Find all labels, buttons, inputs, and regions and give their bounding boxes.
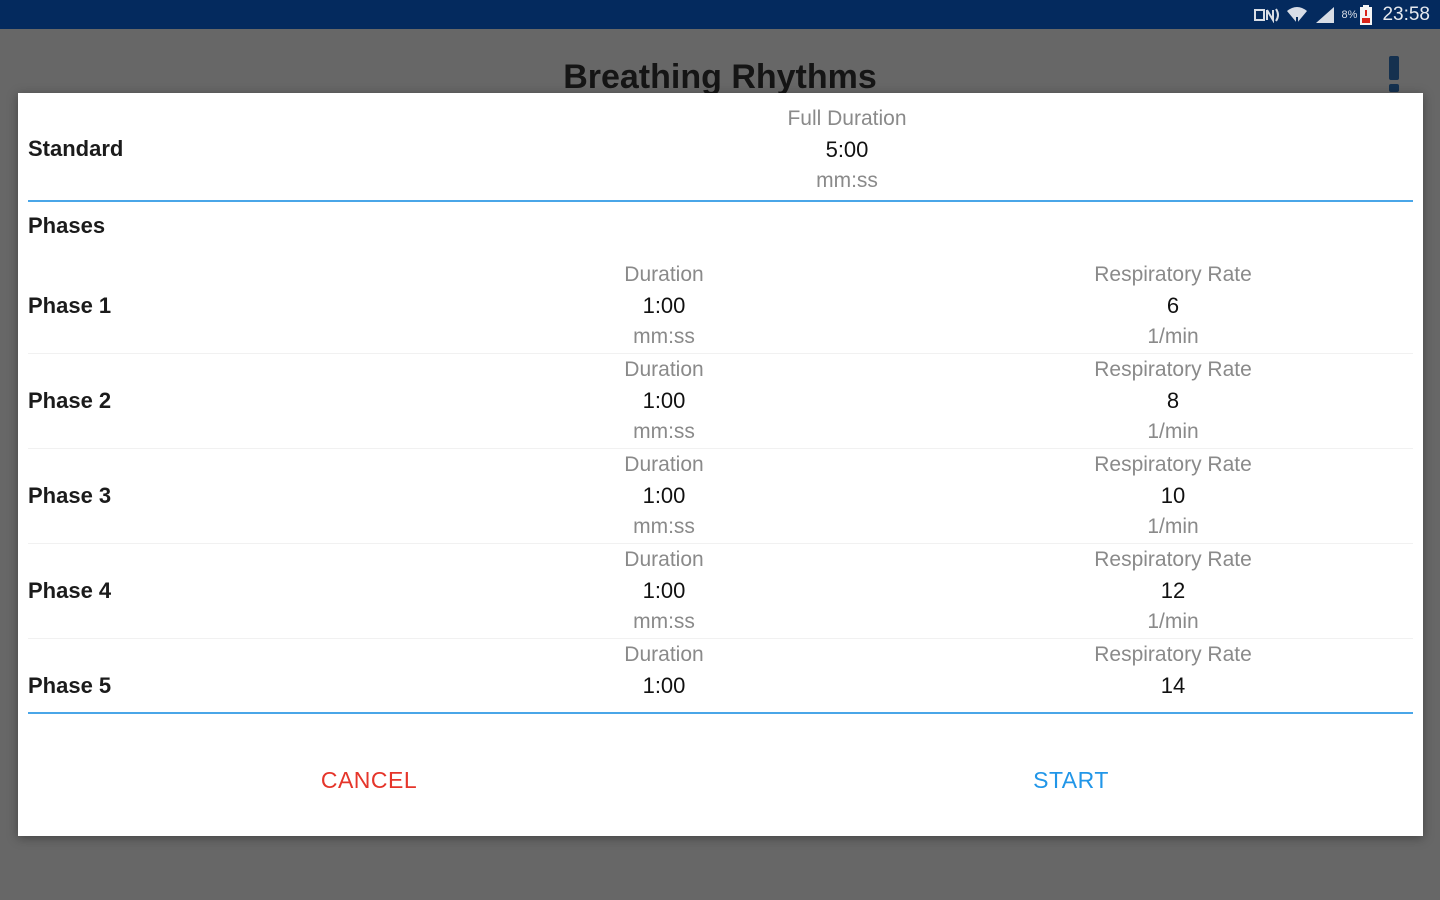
duration-unit: mm:ss [633,610,695,633]
respiratory-rate-field[interactable]: Respiratory Rate 10 1/min [1023,449,1323,542]
duration-value: 1:00 [642,578,686,603]
respiratory-rate-unit: 1/min [1147,610,1199,633]
respiratory-rate-value: 14 [1160,673,1186,698]
wifi-icon [1286,6,1308,24]
respiratory-rate-value: 12 [1160,578,1186,603]
battery-percent: 8% [1341,9,1358,21]
cancel-button[interactable]: CANCEL [259,760,479,800]
respiratory-rate-value: 10 [1160,483,1186,508]
full-duration-field[interactable]: Full Duration 5:00 mm:ss [697,103,997,196]
respiratory-rate-field[interactable]: Respiratory Rate 6 1/min [1023,259,1323,352]
phase-row[interactable]: Phase 5 Duration 1:00 Respiratory Rate 1… [28,639,1413,711]
divider [28,200,1413,202]
rhythm-dialog: Standard Full Duration 5:00 mm:ss Phases… [18,93,1423,836]
respiratory-rate-unit: 1/min [1147,325,1199,348]
phase-label: Phase 4 [28,578,112,603]
status-bar: 8% 23:58 [0,0,1440,29]
phase-row[interactable]: Phase 2 Duration 1:00 mm:ss Respiratory … [28,354,1413,449]
duration-value: 1:00 [642,673,686,698]
duration-caption: Duration [624,643,704,666]
respiratory-rate-value: 8 [1166,388,1180,413]
duration-field[interactable]: Duration 1:00 mm:ss [514,449,814,542]
start-button[interactable]: START [961,760,1181,800]
battery-low-icon: 8% [1342,5,1373,25]
duration-field[interactable]: Duration 1:00 [514,639,814,701]
duration-unit: mm:ss [633,420,695,443]
phase-label: Phase 1 [28,293,112,318]
full-duration-unit: mm:ss [816,169,878,192]
respiratory-rate-caption: Respiratory Rate [1094,453,1252,476]
duration-value: 1:00 [642,293,686,318]
respiratory-rate-field[interactable]: Respiratory Rate 12 1/min [1023,544,1323,637]
page-title: Breathing Rhythms [563,58,877,96]
phase-label: Phase 3 [28,483,112,508]
nfc-icon [1253,7,1280,23]
duration-field[interactable]: Duration 1:00 mm:ss [514,544,814,637]
duration-unit: mm:ss [633,515,695,538]
duration-caption: Duration [624,263,704,286]
phase-label: Phase 5 [28,673,112,698]
exclamation-icon[interactable] [1386,54,1402,94]
duration-value: 1:00 [642,388,686,413]
respiratory-rate-field[interactable]: Respiratory Rate 8 1/min [1023,354,1323,447]
duration-caption: Duration [624,548,704,571]
signal-icon [1314,6,1336,24]
phase-row[interactable]: Phase 1 Duration 1:00 mm:ss Respiratory … [28,259,1413,354]
status-icons: 8% 23:58 [1253,3,1430,27]
respiratory-rate-value: 6 [1166,293,1180,318]
standard-label: Standard [28,136,124,161]
full-duration-value: 5:00 [825,137,869,162]
respiratory-rate-caption: Respiratory Rate [1094,548,1252,571]
duration-value: 1:00 [642,483,686,508]
divider [28,712,1413,714]
respiratory-rate-unit: 1/min [1147,515,1199,538]
phases-heading: Phases [28,213,106,238]
respiratory-rate-field[interactable]: Respiratory Rate 14 [1023,639,1323,701]
respiratory-rate-caption: Respiratory Rate [1094,358,1252,381]
respiratory-rate-caption: Respiratory Rate [1094,263,1252,286]
duration-field[interactable]: Duration 1:00 mm:ss [514,259,814,352]
duration-caption: Duration [624,358,704,381]
duration-unit: mm:ss [633,325,695,348]
duration-field[interactable]: Duration 1:00 mm:ss [514,354,814,447]
respiratory-rate-unit: 1/min [1147,420,1199,443]
phase-row[interactable]: Phase 4 Duration 1:00 mm:ss Respiratory … [28,544,1413,639]
standard-row[interactable]: Standard Full Duration 5:00 mm:ss [28,103,1413,199]
phase-label: Phase 2 [28,388,112,413]
full-duration-caption: Full Duration [787,107,907,130]
respiratory-rate-caption: Respiratory Rate [1094,643,1252,666]
phase-row[interactable]: Phase 3 Duration 1:00 mm:ss Respiratory … [28,449,1413,544]
duration-caption: Duration [624,453,704,476]
status-time: 23:58 [1382,4,1430,25]
